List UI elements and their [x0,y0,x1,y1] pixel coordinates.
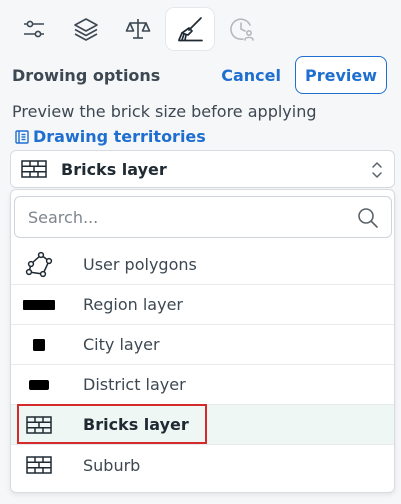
list-item-label: Suburb [83,455,141,475]
layer-list: User polygons Region layer City layer Di… [11,245,394,485]
list-item-label: District layer [83,375,186,394]
search-icon[interactable] [357,207,379,229]
drawing-territories-link[interactable]: Drawing territories [14,127,206,146]
description-text: Preview the brick size before applying [12,102,317,121]
tool-filters[interactable] [10,8,58,50]
select-value: Bricks layer [61,159,167,179]
scales-icon [125,19,151,39]
document-icon [15,129,29,144]
tool-layers[interactable] [62,8,110,50]
layer-select[interactable]: Bricks layer [10,150,395,188]
layers-icon [74,18,98,41]
list-item-label: City layer [83,335,160,354]
sliders-icon [24,20,44,38]
tool-history[interactable] [218,8,266,50]
tool-balance[interactable] [114,8,162,50]
list-item-label: Region layer [83,295,183,314]
list-item-bricks-layer[interactable]: Bricks layer [11,404,394,445]
brush-icon [178,17,203,42]
search-box [14,196,392,238]
layer-dropdown: User polygons Region layer City layer Di… [10,189,395,493]
link-label: Drawing territories [33,127,206,146]
tool-drawing[interactable] [166,8,214,50]
list-item-city-layer[interactable]: City layer [11,325,394,365]
region-rect-icon [23,299,55,310]
city-square-icon [33,338,45,351]
options-header: Drowing options Cancel Preview [12,56,387,94]
list-item-user-polygons[interactable]: User polygons [11,245,394,285]
district-rect-icon [29,379,49,390]
list-item-label: User polygons [83,255,197,274]
toolbar [10,8,266,52]
chevron-updown-icon [372,162,382,178]
list-item-label: Bricks layer [83,415,189,434]
list-item-suburb[interactable]: Suburb [11,445,394,485]
brick-icon [26,415,52,434]
page-title: Drowing options [12,65,161,85]
brick-icon [21,160,47,178]
list-item-region-layer[interactable]: Region layer [11,285,394,325]
list-item-district-layer[interactable]: District layer [11,365,394,405]
cancel-button[interactable]: Cancel [221,66,281,85]
brick-icon [26,456,52,474]
search-input[interactable] [15,197,391,237]
preview-button[interactable]: Preview [294,56,387,94]
polygon-icon [25,251,53,277]
clock-user-icon [230,18,254,41]
